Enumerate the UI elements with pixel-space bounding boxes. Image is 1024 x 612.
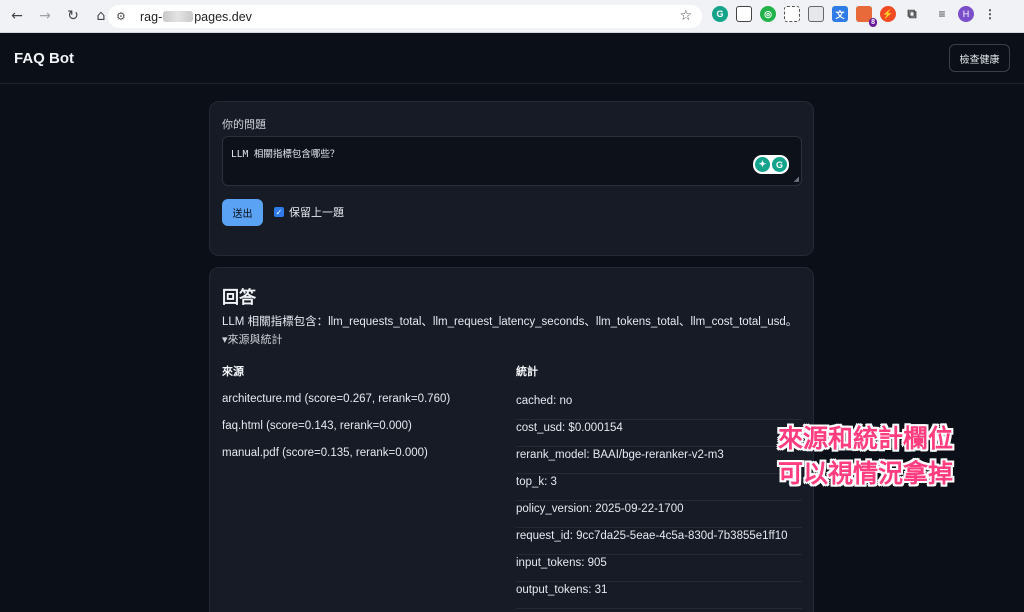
- bookmark-star-icon[interactable]: ☆: [679, 8, 692, 24]
- stats-header: 統計: [516, 365, 538, 378]
- stat-item: rerank_model: BAAI/bge-reranker-v2-m3: [516, 447, 802, 474]
- extensions-bar: G ◎ 文 8 ⚡ ⧉ ≡ H ⋮: [712, 6, 998, 27]
- question-card: 你的問題 LLM 相關指標包含哪些？ ✦ G ◢ 送出 ✓ 保留上一題: [209, 101, 814, 256]
- resize-handle-icon[interactable]: ◢: [794, 175, 799, 183]
- back-icon[interactable]: ←: [4, 3, 30, 29]
- send-button[interactable]: 送出: [222, 199, 263, 226]
- keep-previous-checkbox[interactable]: ✓ 保留上一題: [274, 204, 344, 220]
- question-label: 你的問題: [222, 118, 266, 131]
- stat-item: output_tokens: 31: [516, 582, 802, 609]
- badge-extension-icon[interactable]: 8: [856, 6, 877, 27]
- grammarly-extension-icon[interactable]: G: [712, 6, 728, 22]
- grammarly-icon[interactable]: G: [772, 157, 787, 172]
- stat-item: input_tokens: 905: [516, 555, 802, 582]
- profile-avatar[interactable]: H: [958, 6, 974, 22]
- stat-item: policy_version: 2025-09-22-1700: [516, 501, 802, 528]
- annotation-line: 可以視情況拿掉: [778, 459, 954, 488]
- url-prefix: rag-: [140, 9, 163, 24]
- stat-item: cached: no: [516, 393, 802, 420]
- reading-list-icon[interactable]: ≡: [934, 6, 950, 22]
- red-extension-icon[interactable]: ⚡: [880, 6, 896, 22]
- chat-extension-icon[interactable]: [808, 6, 824, 22]
- sources-header: 來源: [222, 365, 244, 378]
- stats-list: cached: no cost_usd: $0.000154 rerank_mo…: [516, 393, 802, 609]
- url-text: rag-pages.dev: [140, 10, 252, 24]
- source-item: faq.html (score=0.143, rerank=0.000): [222, 420, 412, 432]
- green-extension-icon[interactable]: ◎: [760, 6, 776, 22]
- app-header: FAQ Bot 檢查健康: [0, 34, 1024, 84]
- answer-text: LLM 相關指標包含：llm_requests_total、llm_reques…: [222, 316, 798, 328]
- stat-item: cost_usd: $0.000154: [516, 420, 802, 447]
- extension-badge: 8: [869, 18, 877, 27]
- redacted-text: [163, 11, 194, 22]
- browser-toolbar: ← → ↻ ⌂ ⚙ rag-pages.dev ☆ G ◎ 文 8 ⚡ ⧉ ≡ …: [0, 0, 1024, 33]
- grammarly-widget[interactable]: ✦ G: [753, 155, 789, 174]
- source-item: architecture.md (score=0.267, rerank=0.7…: [222, 393, 451, 405]
- brand-title: FAQ Bot: [14, 50, 74, 67]
- sources-list: architecture.md (score=0.267, rerank=0.7…: [222, 393, 502, 474]
- question-input[interactable]: LLM 相關指標包含哪些？ ✦ G ◢: [222, 136, 802, 186]
- url-suffix: pages.dev: [194, 9, 252, 24]
- annotation-line: 來源和統計欄位: [778, 424, 954, 453]
- suggestion-icon[interactable]: ✦: [755, 157, 770, 172]
- translate-extension-icon[interactable]: 文: [832, 6, 848, 22]
- site-settings-icon[interactable]: ⚙: [116, 10, 134, 23]
- screenshot-extension-icon[interactable]: [736, 6, 752, 22]
- source-item: manual.pdf (score=0.135, rerank=0.000): [222, 447, 428, 459]
- stat-item: request_id: 9cc7da25-5eae-4c5a-830d-7b38…: [516, 528, 802, 555]
- annotation-overlay: 來源和統計欄位 可以視情況拿掉: [778, 421, 953, 491]
- health-check-button[interactable]: 檢查健康: [949, 44, 1010, 72]
- question-input-text: LLM 相關指標包含哪些？: [231, 149, 340, 160]
- answer-card: 回答 LLM 相關指標包含：llm_requests_total、llm_req…: [209, 267, 814, 612]
- qr-code-extension-icon[interactable]: [784, 6, 800, 22]
- keep-previous-label: 保留上一題: [289, 206, 344, 219]
- browser-menu-icon[interactable]: ⋮: [982, 6, 998, 22]
- address-bar[interactable]: ⚙ rag-pages.dev ☆: [108, 5, 702, 28]
- puzzle-extensions-icon[interactable]: ⧉: [904, 6, 920, 22]
- checkbox-checked-icon[interactable]: ✓: [274, 207, 284, 217]
- answer-title: 回答: [222, 288, 256, 308]
- reload-icon[interactable]: ↻: [60, 3, 86, 29]
- stat-item: top_k: 3: [516, 474, 802, 501]
- forward-icon[interactable]: →: [32, 3, 58, 29]
- sources-stats-toggle[interactable]: ▾來源與統計: [222, 331, 283, 347]
